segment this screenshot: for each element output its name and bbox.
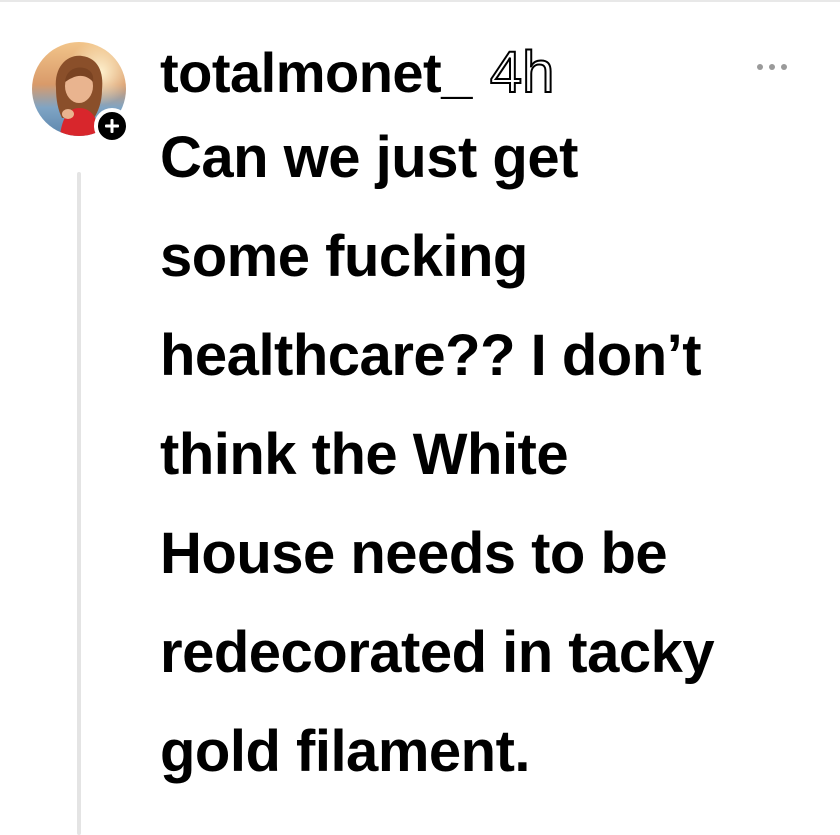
plus-icon xyxy=(105,119,119,133)
post-text: Can we just get some fucking healthcare?… xyxy=(160,125,715,784)
thread-line xyxy=(77,172,81,835)
top-divider xyxy=(0,0,840,2)
post-header: totalmonet_ 4h xyxy=(160,38,556,108)
follow-button[interactable] xyxy=(94,108,130,144)
more-horizontal-icon xyxy=(757,64,787,70)
timestamp: 4h xyxy=(489,39,556,106)
more-options-button[interactable] xyxy=(742,50,802,84)
avatar-container[interactable] xyxy=(32,42,130,144)
username[interactable]: totalmonet_ xyxy=(160,38,472,108)
